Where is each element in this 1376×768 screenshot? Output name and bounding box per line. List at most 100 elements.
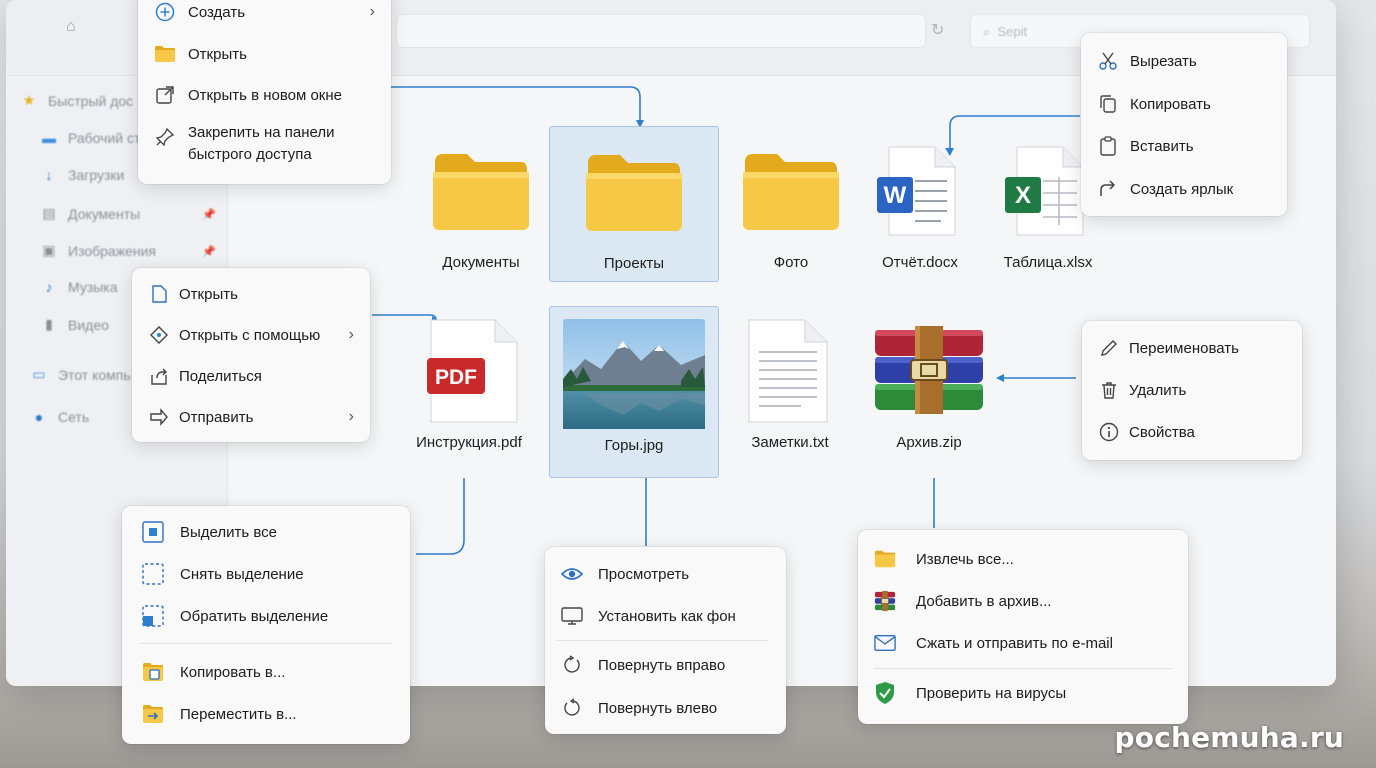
send-icon <box>148 406 170 428</box>
menu-item-invert-selection[interactable]: Обратить выделение <box>122 596 410 636</box>
menu-item-cut[interactable]: Вырезать <box>1081 41 1287 81</box>
sidebar-item-music[interactable]: ♪ Музыка <box>40 279 118 295</box>
image-icon: ▣ <box>42 242 56 258</box>
file-tile-projects[interactable]: Проекты <box>549 126 719 282</box>
menu-separator <box>557 640 768 641</box>
file-tile-documents[interactable]: Документы <box>396 126 566 282</box>
search-placeholder: Sepit <box>997 24 1028 39</box>
menu-item-add-to-archive[interactable]: Добавить в архив... <box>858 581 1188 621</box>
pin-icon <box>154 126 176 148</box>
menu-item-label: Выделить все <box>180 523 278 541</box>
menu-item-set-wallpaper[interactable]: Установить как фон <box>545 596 786 636</box>
sidebar-item-label: Этот компь <box>58 366 131 383</box>
menu-item-create[interactable]: Создать › <box>138 0 391 32</box>
menu-item-virus-scan[interactable]: Проверить на вирусы <box>858 673 1188 713</box>
menu-item-label: Поделиться <box>179 367 262 385</box>
menu-item-move-to[interactable]: Переместить в... <box>122 694 410 734</box>
menu-item-label: Добавить в архив... <box>916 592 1052 610</box>
menu-item-open-with[interactable]: Открыть с помощью › <box>132 315 370 355</box>
word-file-icon: W <box>875 136 965 246</box>
sidebar-item-label: Документы <box>68 205 141 222</box>
menu-item-label: Снять выделение <box>180 565 304 583</box>
menu-item-share[interactable]: Поделиться <box>132 356 370 396</box>
archive-file-icon <box>869 316 989 426</box>
pin-icon: 📌 <box>202 246 216 258</box>
menu-item-label: Вырезать <box>1130 52 1197 70</box>
image-file-icon <box>563 319 705 429</box>
sidebar-item-network[interactable]: ● Сеть <box>30 409 89 425</box>
menu-item-label: Открыть <box>188 45 247 63</box>
sidebar-item-label: Быстрый дос <box>48 92 134 109</box>
sidebar-item-this-pc[interactable]: ▭ Этот компь <box>30 366 131 383</box>
rotate-right-icon <box>561 654 583 676</box>
menu-item-pin-quick-access[interactable]: Закрепить на панели быстрого доступа <box>138 116 391 176</box>
sidebar-item-quick-access[interactable]: ★ Быстрый дос <box>20 92 133 109</box>
menu-item-label: Переименовать <box>1129 339 1239 357</box>
refresh-icon[interactable]: ↻ <box>931 20 944 40</box>
file-tile-instruction-pdf[interactable]: PDF Инструкция.pdf <box>384 306 554 462</box>
file-name: Таблица.xlsx <box>1003 254 1093 271</box>
rotate-left-icon <box>561 697 583 719</box>
menu-item-label: Повернуть влево <box>598 699 718 717</box>
document-context-menu: Вырезать Копировать Вставить Создать ярл… <box>1081 33 1287 216</box>
menu-item-copy-to[interactable]: Копировать в... <box>122 652 410 692</box>
menu-item-paste[interactable]: Вставить <box>1081 126 1287 166</box>
home-icon[interactable]: ⌂ <box>66 18 76 36</box>
menu-item-label: Открыть в новом окне <box>188 86 342 104</box>
menu-separator <box>140 643 392 644</box>
menu-item-rotate-left[interactable]: Повернуть влево <box>545 688 786 728</box>
sidebar-item-label: Музыка <box>68 279 118 295</box>
trash-icon <box>1098 379 1120 401</box>
menu-item-extract-all[interactable]: Извлечь все... <box>858 539 1188 579</box>
menu-item-open[interactable]: Открыть <box>138 34 391 74</box>
pdf-file-icon: PDF <box>419 316 519 426</box>
menu-item-label: Копировать <box>1130 95 1211 113</box>
menu-item-delete[interactable]: Удалить <box>1082 370 1302 410</box>
select-all-icon <box>142 521 164 543</box>
menu-item-label: Копировать в... <box>180 663 286 681</box>
network-icon: ● <box>34 409 44 425</box>
folder-icon <box>154 43 176 65</box>
sidebar-item-desktop[interactable]: ▬ Рабочий ст <box>40 130 140 146</box>
selection-context-menu: Выделить все Снять выделение Обратить вы… <box>122 506 410 744</box>
menu-item-properties[interactable]: Свойства <box>1082 412 1302 452</box>
menu-item-rename[interactable]: Переименовать <box>1082 328 1302 368</box>
sidebar-item-downloads[interactable]: ↓ Загрузки <box>40 167 125 183</box>
menu-item-select-none[interactable]: Снять выделение <box>122 554 410 594</box>
menu-item-open-new-window[interactable]: Открыть в новом окне <box>138 75 391 115</box>
watermark: pochemuha.ru <box>1114 721 1344 754</box>
sidebar-item-label: Сеть <box>58 409 90 425</box>
image-context-menu: Просмотреть Установить как фон Повернуть… <box>545 547 786 734</box>
menu-separator <box>874 668 1172 669</box>
paste-icon <box>1097 135 1119 157</box>
file-name: Архив.zip <box>896 434 962 451</box>
menu-item-send[interactable]: Отправить › <box>132 397 370 437</box>
chevron-right-icon: › <box>348 408 354 425</box>
menu-item-copy[interactable]: Копировать <box>1081 84 1287 124</box>
menu-item-preview[interactable]: Просмотреть <box>545 554 786 594</box>
file-name: Проекты <box>603 255 665 272</box>
menu-item-compress-email[interactable]: Сжать и отправить по e-mail <box>858 623 1188 663</box>
menu-item-label: Повернуть вправо <box>598 656 726 674</box>
sidebar-item-pictures[interactable]: ▣ Изображения <box>40 242 156 259</box>
menu-item-select-all[interactable]: Выделить все <box>122 512 410 552</box>
menu-item-label: Открыть с помощью <box>179 326 321 344</box>
address-bar[interactable] <box>396 14 926 48</box>
file-tile-mountains-jpg[interactable]: Горы.jpg <box>549 306 719 478</box>
menu-item-open[interactable]: Открыть <box>132 274 370 314</box>
file-tile-archive-zip[interactable]: Архив.zip <box>844 306 1014 462</box>
menu-item-label: Отправить <box>179 408 254 426</box>
sidebar-item-videos[interactable]: ▮ Видео <box>40 316 109 333</box>
menu-item-label: Просмотреть <box>598 565 690 583</box>
file-name: Заметки.txt <box>751 434 829 451</box>
menu-item-rotate-right[interactable]: Повернуть вправо <box>545 645 786 685</box>
eye-icon <box>561 563 583 585</box>
menu-item-create-shortcut[interactable]: Создать ярлык <box>1081 169 1287 209</box>
open-with-icon <box>148 324 170 346</box>
menu-item-label: Открыть <box>179 285 238 303</box>
move-to-icon <box>142 703 164 725</box>
star-icon: ★ <box>22 92 36 108</box>
menu-item-label: Обратить выделение <box>180 607 329 625</box>
sidebar-item-documents[interactable]: ▤ Документы <box>40 205 140 222</box>
mail-icon <box>874 632 896 654</box>
